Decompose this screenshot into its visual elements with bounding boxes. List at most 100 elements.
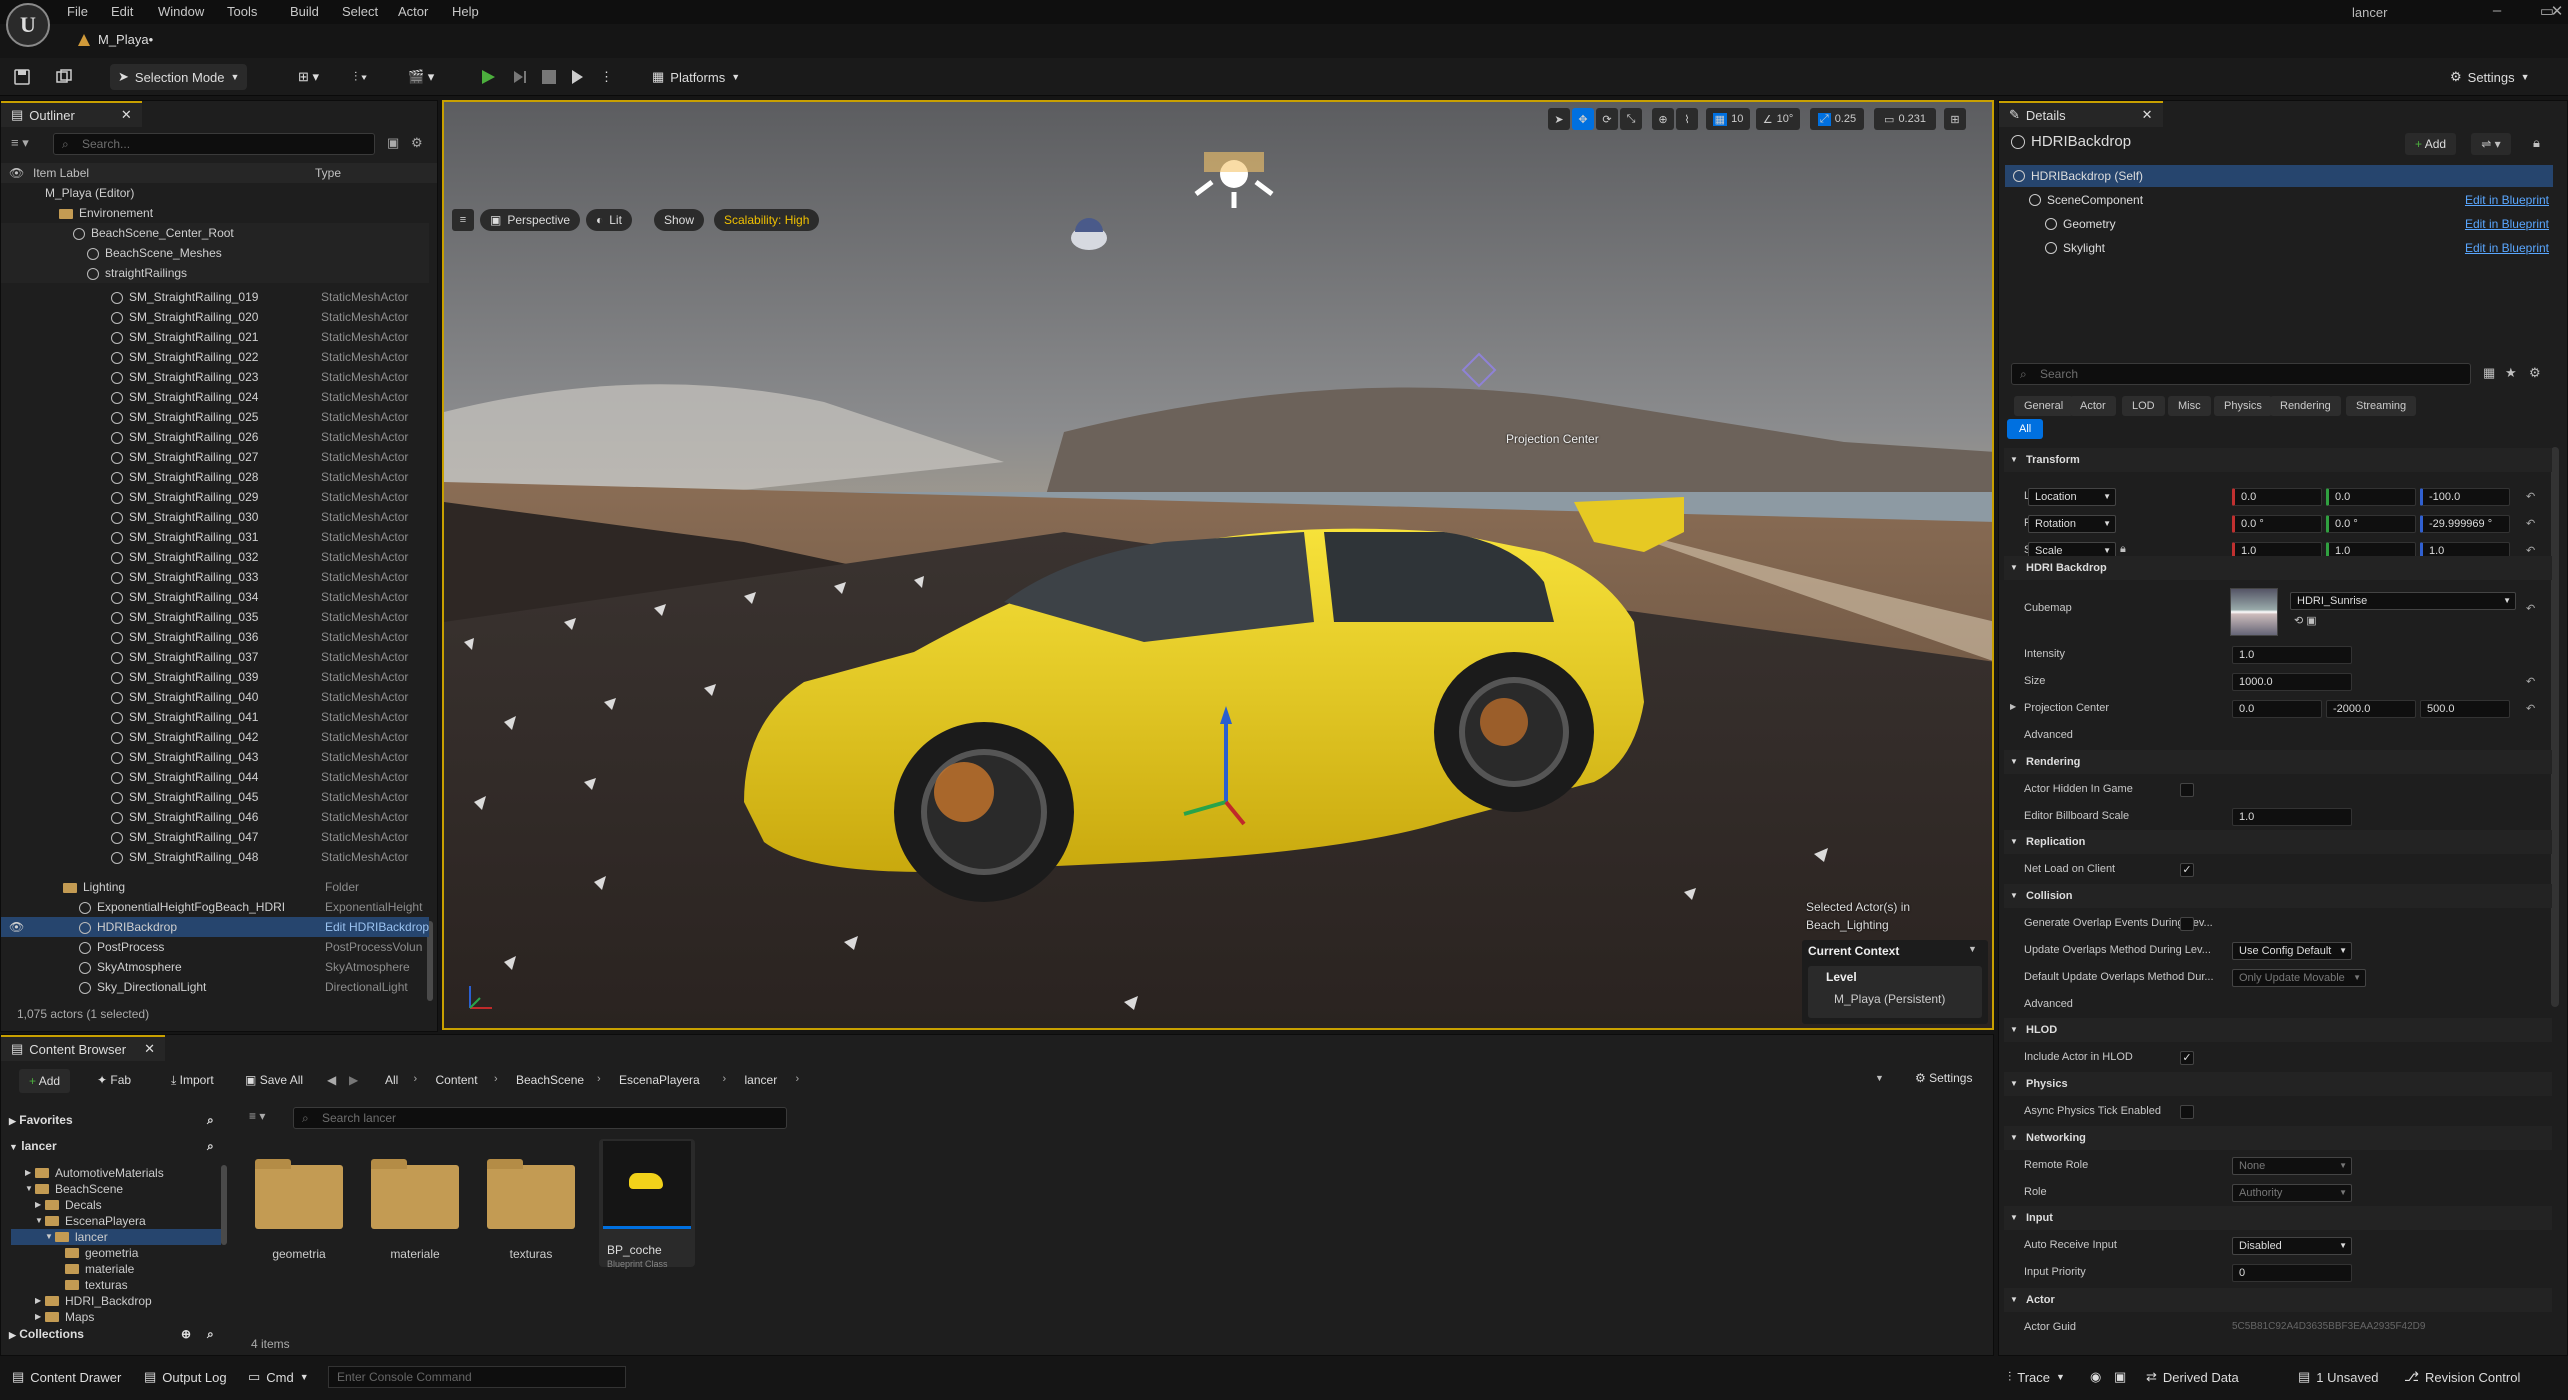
close-tab-icon[interactable]: ✕ bbox=[2142, 107, 2153, 123]
breadcrumb-escenaplayera[interactable]: EscenaPlayera bbox=[619, 1073, 700, 1087]
input-section[interactable]: ▼ Input bbox=[2004, 1206, 2552, 1230]
menu-edit[interactable]: Edit bbox=[111, 4, 133, 19]
show-button[interactable]: Show bbox=[654, 209, 705, 231]
scale-tool-icon[interactable]: ⤡ bbox=[1620, 108, 1642, 130]
outliner-row[interactable]: M_Playa (Editor) bbox=[1, 183, 429, 203]
folder-asset[interactable]: materiale bbox=[367, 1139, 463, 1267]
replication-section[interactable]: ▼ Replication bbox=[2004, 830, 2552, 854]
cinematics-icon[interactable]: 🎬 ▾ bbox=[400, 64, 442, 90]
blueprint-asset[interactable]: BP_coche Blueprint Class bbox=[599, 1139, 695, 1269]
folder-asset[interactable]: geometria bbox=[251, 1139, 347, 1267]
chevron-right-icon[interactable]: ▶ bbox=[2010, 702, 2016, 711]
content-drawer-button[interactable]: ▤ Content Drawer bbox=[4, 1364, 129, 1390]
stop-icon[interactable] bbox=[538, 64, 560, 90]
import-button[interactable]: ⤓ Import bbox=[171, 1073, 214, 1088]
outliner-row[interactable]: SM_StraightRailing_024 StaticMeshActor bbox=[1, 387, 429, 407]
content-browser-tab[interactable]: ▤ Content Browser ✕ bbox=[1, 1035, 166, 1061]
user-name[interactable]: lancer bbox=[2352, 5, 2387, 20]
rotation-snap-button[interactable]: ∠ 10° bbox=[1756, 108, 1800, 130]
search-icon[interactable]: ⌕ bbox=[207, 1109, 214, 1131]
camera-capture-icon[interactable]: ▣ bbox=[2106, 1364, 2134, 1390]
component-row[interactable]: HDRIBackdrop (Self) bbox=[2005, 165, 2553, 187]
menu-window[interactable]: Window bbox=[158, 4, 204, 19]
outliner-row[interactable]: SkyAtmosphere SkyAtmosphere bbox=[1, 957, 429, 977]
world-space-icon[interactable]: ⊕ bbox=[1652, 108, 1674, 130]
save-all-button[interactable]: ▣ Save All bbox=[245, 1073, 303, 1087]
outliner-row[interactable]: SM_StraightRailing_027 StaticMeshActor bbox=[1, 447, 429, 467]
collision-section[interactable]: ▼ Collision bbox=[2004, 884, 2552, 908]
outliner-row[interactable]: SM_StraightRailing_040 StaticMeshActor bbox=[1, 687, 429, 707]
location-y-input[interactable]: 0.0 bbox=[2326, 488, 2416, 506]
cb-settings-button[interactable]: ⚙ Settings bbox=[1915, 1071, 1972, 1085]
location-dropdown[interactable]: Location ▼ bbox=[2028, 488, 2116, 506]
component-row[interactable]: Geometry Edit in Blueprint bbox=[2005, 213, 2553, 235]
billboard-input[interactable]: 1.0 bbox=[2232, 808, 2352, 826]
outliner-row[interactable]: SM_StraightRailing_033 StaticMeshActor bbox=[1, 567, 429, 587]
hdri-section[interactable]: ▼ HDRI Backdrop bbox=[2004, 556, 2552, 580]
projection-z-input[interactable]: 500.0 bbox=[2420, 700, 2510, 718]
details-tab[interactable]: ✎ Details ✕ bbox=[1999, 101, 2163, 127]
outliner-row-selected[interactable]: 👁 HDRIBackdrop Edit HDRIBackdrop bbox=[1, 917, 429, 937]
add-collection-icon[interactable]: ⊕ bbox=[181, 1323, 191, 1345]
blueprint-icon[interactable]: ⫶ ▾ bbox=[346, 64, 375, 90]
breadcrumb-lancer[interactable]: lancer bbox=[745, 1073, 778, 1087]
lock-icon[interactable]: 🔒︎ bbox=[2533, 135, 2540, 151]
browse-asset-icon[interactable]: ⟲ ▣ bbox=[2294, 614, 2317, 627]
cb-search-input[interactable]: Search lancer ⌕ bbox=[293, 1107, 787, 1129]
outliner-row[interactable]: Environement bbox=[1, 203, 429, 223]
collections-header[interactable]: ▶ Collections ⊕ ⌕ bbox=[9, 1323, 231, 1345]
folder-tree-item[interactable]: geometria bbox=[11, 1245, 221, 1261]
reset-location-icon[interactable]: ↶ bbox=[2526, 490, 2535, 503]
outliner-row[interactable]: SM_StraightRailing_029 StaticMeshActor bbox=[1, 487, 429, 507]
cubemap-dropdown[interactable]: HDRI_Sunrise ▼ bbox=[2290, 592, 2516, 610]
input-priority-input[interactable]: 0 bbox=[2232, 1264, 2352, 1282]
role-dropdown[interactable]: Authority ▼ bbox=[2232, 1184, 2352, 1202]
component-row[interactable]: SceneComponent Edit in Blueprint bbox=[2005, 189, 2553, 211]
scalability-button[interactable]: Scalability: High bbox=[714, 209, 820, 231]
outliner-row[interactable]: SM_StraightRailing_031 StaticMeshActor bbox=[1, 527, 429, 547]
lit-button[interactable]: ◐ Lit bbox=[586, 209, 632, 231]
close-tab-icon[interactable]: ✕ bbox=[144, 1041, 155, 1057]
outliner-row[interactable]: straightRailings bbox=[1, 263, 429, 283]
filter-all-button[interactable]: All bbox=[2007, 419, 2044, 439]
reset-size-icon[interactable]: ↶ bbox=[2526, 675, 2535, 688]
category-misc[interactable]: Misc bbox=[2168, 396, 2211, 416]
reset-cubemap-icon[interactable]: ↶ bbox=[2526, 602, 2535, 615]
outliner-search-input[interactable]: Search... ⌕ bbox=[53, 133, 375, 155]
menu-file[interactable]: File bbox=[67, 4, 88, 19]
tree-scrollbar[interactable] bbox=[221, 1165, 227, 1245]
back-icon[interactable]: ◀ bbox=[327, 1073, 336, 1087]
revision-control-button[interactable]: ⎇ Revision Control bbox=[2396, 1364, 2528, 1390]
details-search-input[interactable]: Search ⌕ bbox=[2011, 363, 2471, 385]
outliner-row[interactable]: SM_StraightRailing_043 StaticMeshActor bbox=[1, 747, 429, 767]
star-icon[interactable]: ★ bbox=[2505, 365, 2517, 381]
reset-projection-icon[interactable]: ↶ bbox=[2526, 702, 2535, 715]
category-physics[interactable]: Physics bbox=[2214, 396, 2272, 416]
folder-tree-item[interactable]: ▶ AutomotiveMaterials bbox=[11, 1165, 221, 1181]
category-actor[interactable]: Actor bbox=[2070, 396, 2116, 416]
edit-in-blueprint-link[interactable]: Edit in Blueprint bbox=[2465, 237, 2549, 259]
rotation-dropdown[interactable]: Rotation ▼ bbox=[2028, 515, 2116, 533]
derived-data-button[interactable]: ⇄ Derived Data bbox=[2138, 1364, 2247, 1390]
folder-asset[interactable]: texturas bbox=[483, 1139, 579, 1267]
search-icon[interactable]: ⌕ bbox=[207, 1135, 214, 1157]
unreal-logo-icon[interactable]: U bbox=[6, 3, 50, 47]
folder-tree-item[interactable]: ▼ EscenaPlayera bbox=[11, 1213, 221, 1229]
component-row[interactable]: Skylight Edit in Blueprint bbox=[2005, 237, 2553, 259]
outliner-row[interactable]: SM_StraightRailing_046 StaticMeshActor bbox=[1, 807, 429, 827]
location-x-input[interactable]: 0.0 bbox=[2232, 488, 2322, 506]
hidden-in-game-checkbox[interactable] bbox=[2180, 783, 2194, 797]
cb-add-button[interactable]: + Add bbox=[19, 1069, 71, 1093]
play-icon[interactable] bbox=[476, 64, 500, 90]
outliner-row[interactable]: SM_StraightRailing_021 StaticMeshActor bbox=[1, 327, 429, 347]
folder-tree-item[interactable]: ▼ lancer bbox=[11, 1229, 221, 1245]
actor-name[interactable]: HDRIBackdrop bbox=[2031, 133, 2131, 150]
folder-tree-item[interactable]: ▼ BeachScene bbox=[11, 1181, 221, 1197]
transform-section[interactable]: ▼ Transform bbox=[2004, 448, 2552, 472]
add-actor-icon[interactable]: ⊞ ▾ bbox=[290, 64, 327, 90]
outliner-settings-icon[interactable]: ⚙ bbox=[411, 135, 423, 151]
outliner-row[interactable]: BeachScene_Center_Root bbox=[1, 223, 429, 243]
outliner-row[interactable]: SM_StraightRailing_045 StaticMeshActor bbox=[1, 787, 429, 807]
outliner-tab[interactable]: ▤ Outliner ✕ bbox=[1, 101, 142, 127]
visibility-icon[interactable]: 👁 bbox=[9, 917, 24, 937]
